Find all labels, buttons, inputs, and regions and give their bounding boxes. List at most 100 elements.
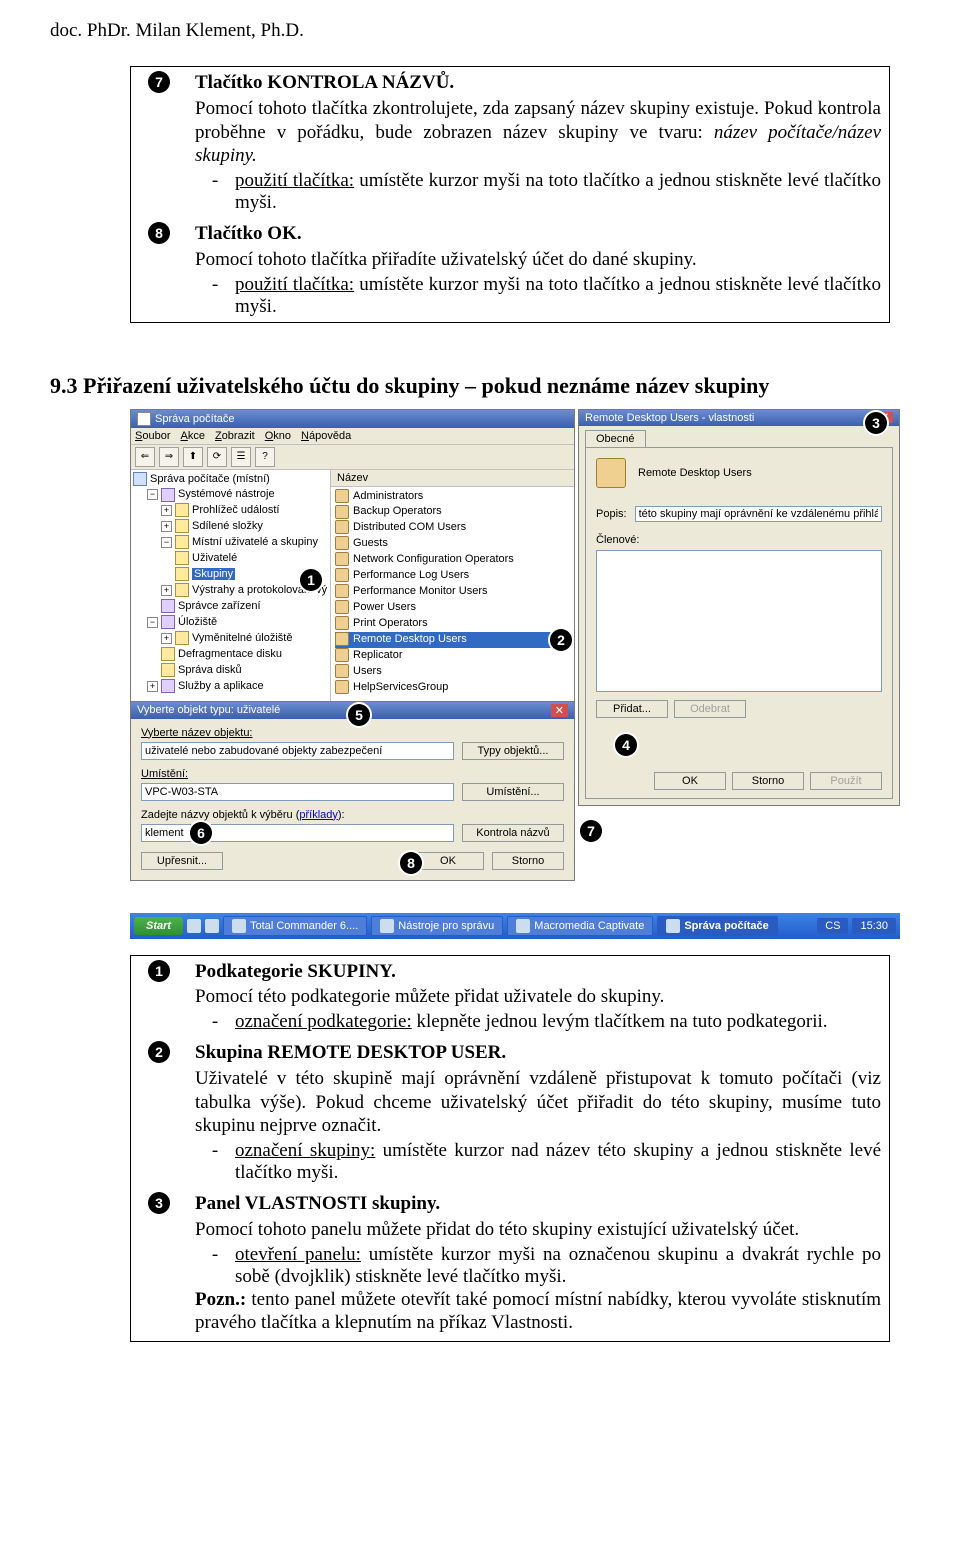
ss-badge-6: 6 [190,822,212,844]
btn-upresnit[interactable]: Upřesnit... [141,852,223,870]
dlg-priklady-link[interactable]: příklady [299,809,338,821]
taskbar-item[interactable]: Total Commander 6.... [223,916,367,936]
dlg-ok-button[interactable]: OK [412,852,484,870]
section-heading: 9.3 Přiřazení uživatelského účtu do skup… [50,373,910,399]
group-large-icon [596,458,626,488]
group-icon [335,632,349,646]
menu-napoveda[interactable]: Nápověda [301,430,351,442]
tree-lu[interactable]: Místní uživatelé a skupiny [192,536,318,548]
toolbar-back-icon[interactable]: ⇐ [135,447,155,467]
list-item[interactable]: Guests [335,536,570,552]
badge-2: 2 [148,1041,170,1063]
device-icon [161,599,175,613]
btn-umisteni[interactable]: Umístění... [462,783,564,801]
list-item[interactable]: Users [335,664,570,680]
folder-icon [175,519,189,533]
group-icon [335,489,349,503]
props-storno-button[interactable]: Storno [732,772,804,790]
list-item[interactable]: Performance Log Users [335,568,570,584]
bi1-p1: Pomocí této podkategorie můžete přidat u… [195,985,881,1009]
list-item[interactable]: Administrators [335,489,570,505]
props-pouzit-button[interactable]: Použít [810,772,882,790]
group-icon [335,552,349,566]
taskbar-lang[interactable]: CS [817,918,848,934]
tree-rs[interactable]: Vyměnitelné úložiště [192,632,292,644]
toolbar-up-icon[interactable]: ⬆ [183,447,203,467]
dlg-storno-button[interactable]: Storno [492,852,564,870]
bi2-b1-lead: označení skupiny: [235,1140,375,1161]
close-icon[interactable]: ✕ [551,704,568,717]
props-clen-label: Členové: [596,534,882,546]
badge-8: 8 [148,222,170,244]
props-ok-button[interactable]: OK [654,772,726,790]
menu-akce[interactable]: Akce [180,430,204,442]
tree-ev[interactable]: Prohlížeč událostí [192,504,279,516]
props-members-list[interactable] [596,550,882,692]
mmc-menubar: SSouboroubor Akce Zobrazit Okno Nápověda [131,428,574,445]
tree-sf[interactable]: Sdílené složky [192,520,263,532]
menu-okno[interactable]: Okno [265,430,291,442]
toolbar-fwd-icon[interactable]: ⇒ [159,447,179,467]
folder-icon [175,551,189,565]
list-header[interactable]: Název [331,470,574,487]
btn-typy-objektu[interactable]: Typy objektů... [462,742,564,760]
dlg-l1: Vyberte název objektu: [141,727,564,739]
dlg-v3-input[interactable] [141,824,454,842]
quicklaunch-icon[interactable] [187,919,201,933]
list-item[interactable]: Print Operators [335,616,570,632]
app-icon [666,919,680,933]
tree-dm[interactable]: Správce zařízení [178,600,261,612]
tree-groups[interactable]: Skupiny [192,568,235,580]
ss-badge-3: 3 [865,412,887,434]
taskbar-item[interactable]: Macromedia Captivate [507,916,653,936]
screenshot-composite: Správa počítače SSouboroubor Akce Zobraz… [130,409,900,939]
toolbar-refresh-icon[interactable]: ⟳ [207,447,227,467]
tree-df[interactable]: Defragmentace disku [178,648,282,660]
taskbar-item[interactable]: Nástroje pro správu [371,916,503,936]
btn-kontrola-nazvu[interactable]: Kontrola názvů [462,824,564,842]
toolbar-props-icon[interactable]: ☰ [231,447,251,467]
tree-st[interactable]: Úložiště [178,616,217,628]
start-button[interactable]: Start [134,917,183,935]
list-item-selected[interactable]: Remote Desktop Users [335,632,570,648]
group-icon [335,600,349,614]
props-titlebar[interactable]: Remote Desktop Users - vlastnosti ✕ [579,410,899,426]
list-item[interactable]: Power Users [335,600,570,616]
mmc-titlebar[interactable]: Správa počítače [131,410,574,428]
top-instruction-table: 7 Tlačítko KONTROLA NÁZVŮ. Pomocí tohoto… [130,66,890,323]
props-title-text: Remote Desktop Users - vlastnosti [585,412,754,424]
props-tab-general[interactable]: Obecné [585,430,646,447]
list-item[interactable]: Backup Operators [335,504,570,520]
top-i8-b1-lead: použití tlačítka: [235,274,354,295]
folder-icon [175,503,189,517]
btn-pridat[interactable]: Přidat... [596,700,668,718]
list-item[interactable]: Distributed COM Users [335,520,570,536]
group-icon [335,680,349,694]
btn-odebrat[interactable]: Odebrat [674,700,746,718]
group-icon [335,584,349,598]
services-icon [161,679,175,693]
props-group-name: Remote Desktop Users [638,466,752,478]
list-item[interactable]: Performance Monitor Users [335,584,570,600]
tree-sa[interactable]: Služby a aplikace [178,680,264,692]
bi3-p1: Pomocí tohoto panelu můžete přidat do té… [195,1218,881,1242]
tree-sys[interactable]: Systémové nástroje [178,488,275,500]
taskbar-item-active[interactable]: Správa počítače [657,916,777,936]
list-item[interactable]: HelpServicesGroup [335,680,570,696]
bi2-p1: Uživatelé v této skupině mají oprávnění … [195,1067,881,1138]
tree-root[interactable]: Správa počítače (místní) [150,473,270,485]
menu-soubor[interactable]: SSouboroubor [135,430,170,442]
list-item[interactable]: Network Configuration Operators [335,552,570,568]
tree-dd[interactable]: Správa disků [178,664,242,676]
bi3-title: Panel VLASTNOSTI skupiny. [195,1192,881,1216]
group-icon [335,648,349,662]
tree-users[interactable]: Uživatelé [192,552,237,564]
folder-icon [175,535,189,549]
ss-badge-5: 5 [348,704,370,726]
top-i8-bullet: - použití tlačítka: umístěte kurzor myši… [195,274,881,318]
list-item[interactable]: Replicator [335,648,570,664]
props-popis-input[interactable] [635,506,882,522]
menu-zobrazit[interactable]: Zobrazit [215,430,255,442]
toolbar-help-icon[interactable]: ? [255,447,275,467]
quicklaunch-icon[interactable] [205,919,219,933]
